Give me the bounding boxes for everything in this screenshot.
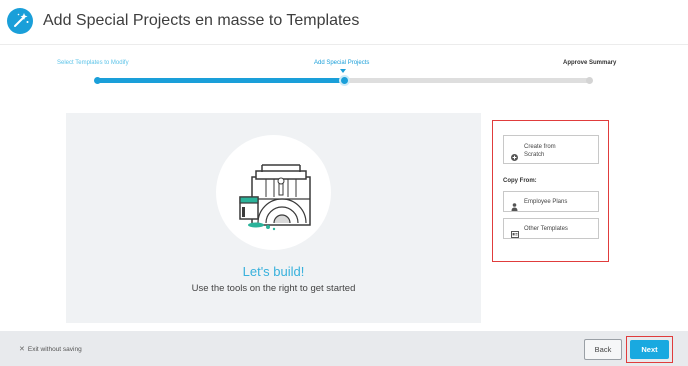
exit-without-saving-link[interactable]: ✕ Exit without saving [19,345,82,353]
progress-stepper: Select Templates to Modify Add Special P… [0,55,688,95]
step-select-templates[interactable]: Select Templates to Modify [57,60,129,66]
tools-panel: Create from Scratch Copy From: Employee … [492,120,609,262]
step-dot-3 [586,77,593,84]
other-templates-label: Other Templates [524,226,568,232]
progress-fill [96,78,344,83]
next-button[interactable]: Next [630,340,669,359]
magic-wand-icon [7,8,33,34]
exit-label: Exit without saving [27,346,82,353]
footer-bar: ✕ Exit without saving Back Next [0,331,688,366]
page-header: Add Special Projects en masse to Templat… [0,0,688,45]
step-add-special-projects: Add Special Projects [314,60,370,66]
other-templates-button[interactable]: Other Templates [503,218,599,239]
create-from-scratch-button[interactable]: Create from Scratch [503,135,599,164]
progress-track [94,77,593,84]
copy-from-label: Copy From: [503,178,537,184]
build-canvas: Let's build! Use the tools on the right … [66,113,481,323]
employee-plans-label: Employee Plans [524,199,568,205]
step-approve-summary: Approve Summary [563,60,617,66]
plus-circle-icon [511,148,518,166]
current-step-caret-icon [340,69,346,73]
toolbox-illustration-icon [216,135,331,250]
step-dot-1 [94,77,101,84]
create-from-scratch-label: Create from Scratch [524,144,556,158]
lets-build-heading: Let's build! [242,264,305,279]
person-icon [511,198,518,216]
lets-build-subtext: Use the tools on the right to get starte… [191,283,356,294]
step-dot-2 [341,77,348,84]
page-title: Add Special Projects en masse to Templat… [43,12,360,29]
employee-plans-button[interactable]: Employee Plans [503,191,599,212]
close-icon: ✕ [19,346,25,353]
back-button[interactable]: Back [584,339,622,360]
id-card-icon [511,225,519,243]
